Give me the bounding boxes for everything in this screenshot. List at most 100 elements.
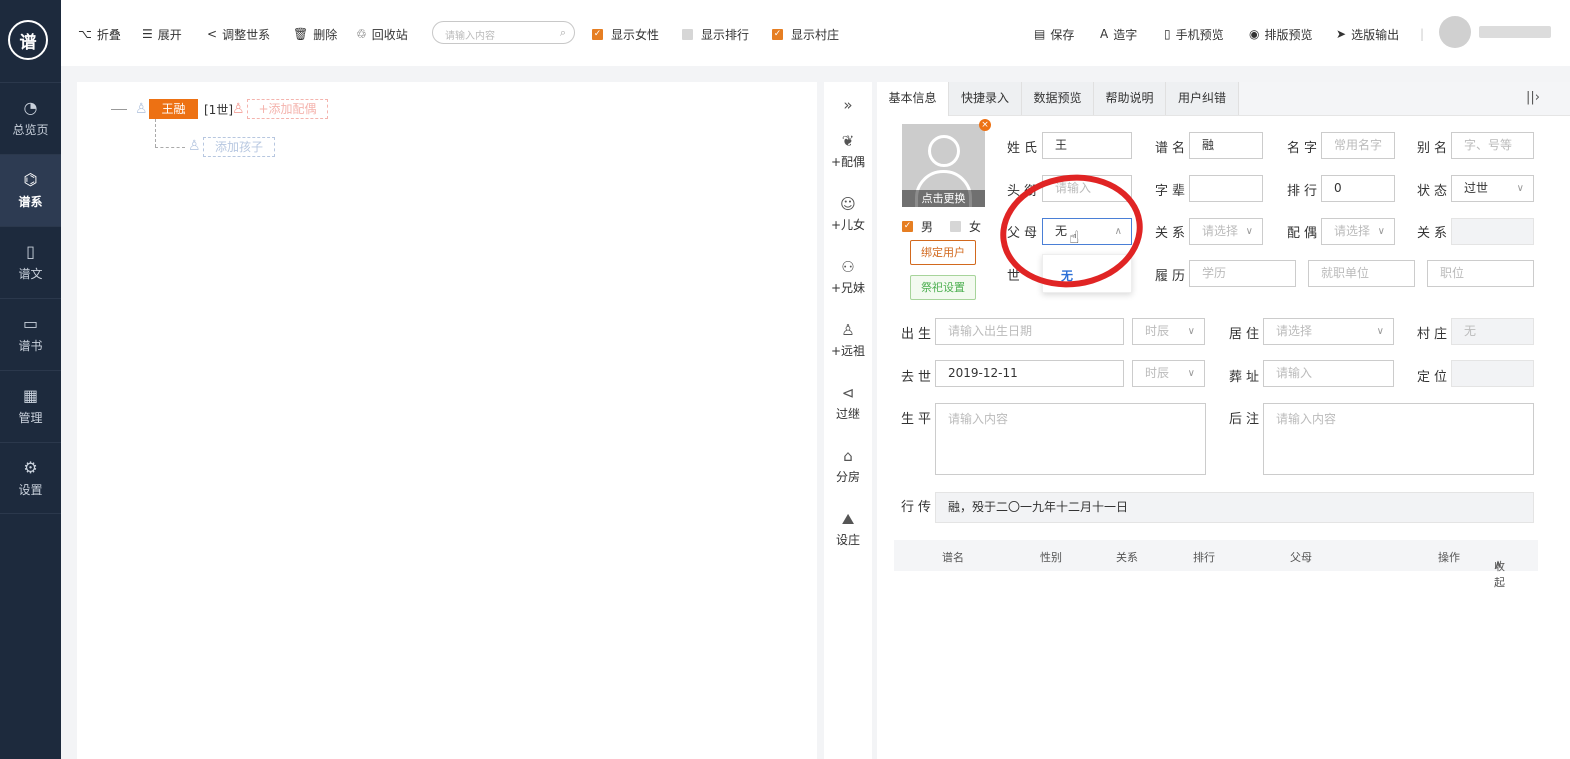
tree-icon: ⌬ <box>23 170 38 189</box>
toolbar-divider: | <box>1420 27 1425 41</box>
genealogy-name-field[interactable]: 融 <box>1189 132 1263 159</box>
share-icon: < <box>207 27 218 41</box>
tab-data-preview[interactable]: 数据预览 <box>1022 82 1094 115</box>
gender-male-checkbox[interactable]: ✓ 男 <box>902 217 933 235</box>
relation2-field <box>1451 218 1534 245</box>
tree-canvas[interactable]: ♙ 王融 [1世] ♙ +添加配偶 ♙ 添加孩子 <box>77 82 817 759</box>
xingzhuan-label: 行传 <box>901 500 936 515</box>
rank-field[interactable]: 0 <box>1321 175 1395 202</box>
list-icon: ☰ <box>142 27 153 41</box>
add-spouse-button[interactable]: +添加配偶 <box>247 99 328 119</box>
residence-select[interactable]: 请选择 ∨ <box>1263 318 1394 345</box>
show-female-checkbox[interactable]: ✓ 显示女性 <box>592 25 659 43</box>
employer-field[interactable]: 就职单位 <box>1308 260 1415 287</box>
burial-field[interactable]: 请输入 <box>1263 360 1394 387</box>
siblings-icon: ⚇ <box>841 258 855 276</box>
expand-button[interactable]: ☰ 展开 <box>142 25 182 43</box>
birth-date-field[interactable]: 请输入出生日期 <box>935 318 1124 345</box>
add-sibling-tool[interactable]: ⚇ +兄妹 <box>824 258 872 296</box>
spouse-icon: ❦ <box>841 132 855 150</box>
search-input[interactable]: 请输入内容 ⌕ <box>432 21 575 44</box>
search-icon[interactable]: ⌕ <box>560 26 566 40</box>
gear-icon: ⚙ <box>23 457 38 477</box>
education-field[interactable]: 学历 <box>1189 260 1296 287</box>
add-spouse-tool[interactable]: ❦ +配偶 <box>824 132 872 170</box>
add-child-button[interactable]: 添加孩子 <box>203 137 275 157</box>
set-village-tool[interactable]: ⛰ 设庄 <box>824 510 872 548</box>
relation-select[interactable]: 请选择 ∨ <box>1189 218 1263 245</box>
delete-button[interactable]: 🗑 删除 <box>293 25 337 43</box>
make-char-button[interactable]: A 造字 <box>1100 25 1137 43</box>
status-select[interactable]: 过世 ∨ <box>1451 175 1534 202</box>
birth-time-select[interactable]: 时辰 ∨ <box>1132 318 1205 345</box>
save-button[interactable]: ▤ 保存 <box>1034 25 1074 43</box>
biography-textarea[interactable]: 请输入内容 <box>935 403 1206 475</box>
sacrifice-settings-button[interactable]: 祭祀设置 <box>910 275 976 300</box>
female-person-icon: ♙ <box>232 101 245 117</box>
death-time-select[interactable]: 时辰 ∨ <box>1132 360 1205 387</box>
tab-user-correction[interactable]: 用户纠错 <box>1166 82 1239 115</box>
surname-field[interactable]: 王 <box>1042 132 1132 159</box>
sidebar-item-label: 总览页 <box>12 123 49 137</box>
sidebar-item-settings[interactable]: ⚙ 设置 <box>0 442 61 514</box>
name-field[interactable]: 常用名字 <box>1321 132 1395 159</box>
chevron-down-icon: ∨ <box>1187 368 1195 379</box>
remove-photo-icon[interactable]: × <box>979 119 991 131</box>
village-label: 村庄 <box>1417 327 1452 342</box>
biography-label: 生平 <box>901 412 936 427</box>
relation2-label: 关系 <box>1417 226 1452 241</box>
col-genealogy-name: 谱名 <box>942 551 964 564</box>
tab-help[interactable]: 帮助说明 <box>1094 82 1166 115</box>
death-date-field[interactable]: 2019-12-11 <box>935 360 1124 387</box>
col-relation: 关系 <box>1116 551 1138 564</box>
top-toolbar: ⌥ 折叠 ☰ 展开 < 调整世系 🗑 删除 ♲ 回收站 请输入内容 ⌕ ✓ 显示女性 显示排行… <box>61 0 1570 66</box>
alias-field[interactable]: 字、号等 <box>1451 132 1534 159</box>
avatar[interactable] <box>1439 16 1471 48</box>
sidebar-item-texts[interactable]: ▯ 谱文 <box>0 226 61 298</box>
adopt-tool[interactable]: ⊲ 过继 <box>824 384 872 422</box>
collapse-panel-button[interactable]: » <box>824 96 872 117</box>
zibei-field[interactable] <box>1189 175 1263 202</box>
locate-field <box>1451 360 1534 387</box>
root-node[interactable]: 王融 <box>149 99 198 119</box>
bind-user-button[interactable]: 绑定用户 <box>910 240 976 265</box>
layout-preview-button[interactable]: ◉ 排版预览 <box>1249 25 1313 43</box>
branch-tool[interactable]: ⌂ 分房 <box>824 447 872 485</box>
zibei-label: 字辈 <box>1155 184 1190 199</box>
sidebar-item-manage[interactable]: ▦ 管理 <box>0 370 61 442</box>
tab-basic-info[interactable]: 基本信息 <box>877 82 949 116</box>
save-icon: ▤ <box>1034 27 1046 41</box>
sidebar-item-lineage[interactable]: ⌬ 谱系 <box>0 154 61 226</box>
panel-toggle-icon[interactable]: ||› <box>1526 90 1540 105</box>
rank-label: 排行 <box>1287 184 1322 199</box>
xingzhuan-field[interactable]: 融，殁于二〇一九年十二月十一日 <box>935 492 1534 523</box>
gender-female-checkbox[interactable]: 女 <box>950 217 981 235</box>
tree-connector <box>155 119 156 147</box>
profile-photo[interactable]: 点击更换 <box>902 124 985 207</box>
collapse-button[interactable]: ⌥ 折叠 <box>78 25 121 43</box>
tab-quick-entry[interactable]: 快捷录入 <box>949 82 1022 115</box>
sidebar-item-books[interactable]: ▭ 谱书 <box>0 298 61 370</box>
mountain-icon: ⛰ <box>841 510 855 528</box>
note-textarea[interactable]: 请输入内容 <box>1263 403 1534 475</box>
adjust-lineage-button[interactable]: < 调整世系 <box>207 25 270 43</box>
tree-connector <box>111 109 127 110</box>
recycle-bin-button[interactable]: ♲ 回收站 <box>356 25 408 43</box>
position-field[interactable]: 职位 <box>1427 260 1534 287</box>
chevron-down-icon: ∨ <box>1516 183 1524 194</box>
show-rank-checkbox[interactable]: 显示排行 <box>682 25 749 43</box>
add-ancestor-tool[interactable]: ♙ +远祖 <box>824 321 872 359</box>
user-name-blurred[interactable] <box>1479 26 1551 38</box>
col-gender: 性别 <box>1040 551 1062 564</box>
add-child-tool[interactable]: ☺ +儿女 <box>824 195 872 233</box>
app-logo[interactable]: 谱 <box>8 20 48 60</box>
export-button[interactable]: ➤ 选版输出 <box>1336 25 1399 43</box>
adopt-icon: ⊲ <box>841 384 855 402</box>
show-village-checkbox[interactable]: ✓ 显示村庄 <box>772 25 839 43</box>
change-photo-label[interactable]: 点击更换 <box>902 190 985 207</box>
recycle-icon: ♲ <box>356 27 367 41</box>
mobile-preview-button[interactable]: ▯ 手机预览 <box>1164 25 1224 43</box>
sidebar-item-overview[interactable]: ◔ 总览页 <box>0 82 61 154</box>
spouse-select[interactable]: 请选择 ∨ <box>1321 218 1395 245</box>
detail-panel: 基本信息 快捷录入 数据预览 帮助说明 用户纠错 ||› 点击更换 × ✓ 男 女… <box>877 82 1570 759</box>
